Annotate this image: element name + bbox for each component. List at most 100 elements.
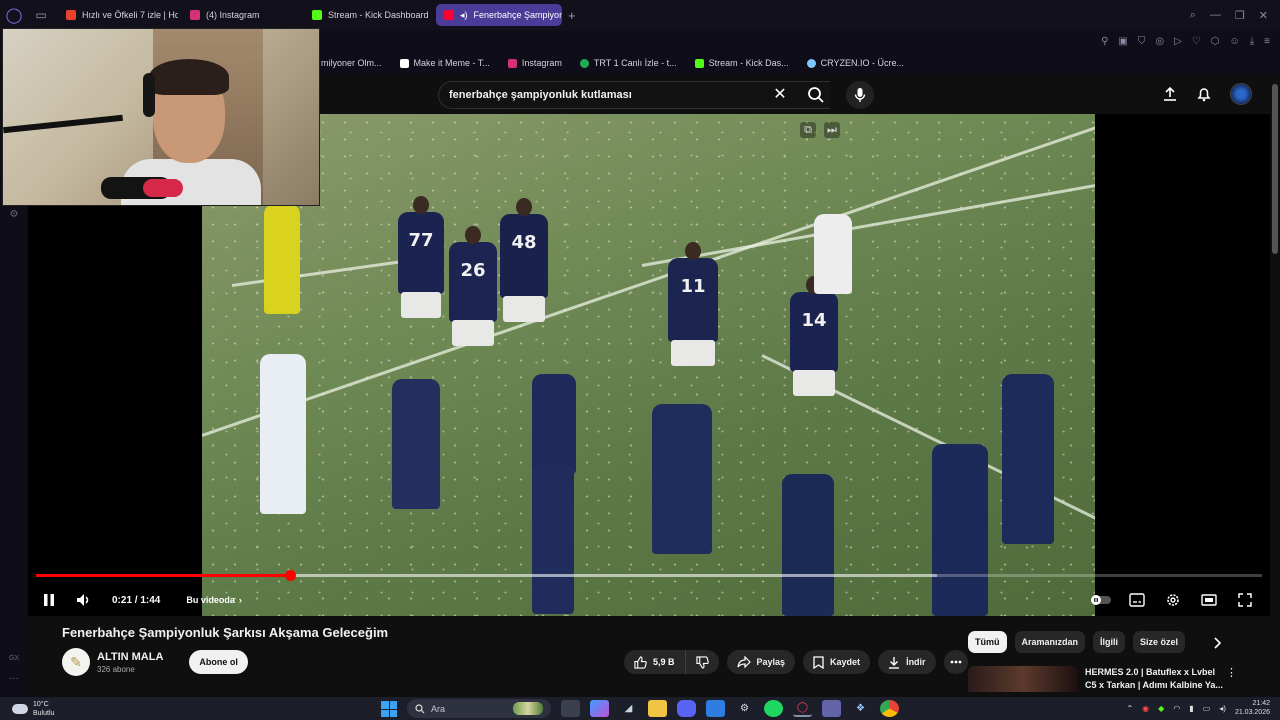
more-vertical-icon[interactable]: ⋮ [1226, 666, 1237, 679]
share-label: Paylaş [756, 657, 786, 667]
spotify-icon[interactable] [764, 700, 783, 717]
more-icon[interactable]: ··· [7, 672, 21, 686]
tray-app-icon[interactable]: ◉ [1142, 704, 1149, 713]
theater-button[interactable] [1192, 584, 1226, 616]
download-icon[interactable]: ⤓ [1250, 36, 1254, 47]
bookmark-kick[interactable]: Stream - Kick Das... [686, 58, 798, 68]
subscribe-button[interactable]: Abone ol [189, 650, 248, 674]
search-button[interactable] [798, 81, 834, 109]
app-icon[interactable]: ❖ [851, 700, 870, 717]
dislike-button[interactable] [686, 650, 719, 674]
tab-kick-dashboard[interactable]: Stream - Kick Dashboard [304, 4, 432, 26]
taskbar-search[interactable]: Ara [407, 699, 551, 718]
bookmark-label: Stream - Kick Das... [708, 58, 789, 68]
upload-icon[interactable] [1162, 86, 1178, 102]
chip-related[interactable]: İlgili [1093, 631, 1126, 653]
menu-icon[interactable]: ≡ [1264, 36, 1270, 47]
recommended-video[interactable]: HERMES 2.0 | Batuflex x Lvbel C5 x Tarka… [968, 666, 1238, 692]
share-button[interactable]: Paylaş [726, 650, 796, 674]
workspace-icon[interactable]: ▭ [28, 8, 54, 22]
page-scrollbar[interactable] [1270, 76, 1280, 697]
clear-search-icon[interactable]: ✕ [770, 85, 790, 105]
miniplayer-icon[interactable]: ⧉ [800, 122, 816, 138]
bell-icon[interactable] [1196, 86, 1212, 102]
settings-icon[interactable]: ⚙ [7, 208, 21, 222]
tab-label: Stream - Kick Dashboard [328, 10, 429, 20]
wifi-icon[interactable]: ◠ [1173, 704, 1180, 713]
settings-button[interactable] [1156, 584, 1190, 616]
chip-all[interactable]: Tümü [968, 631, 1007, 653]
tab-hdfilm[interactable]: Hızlı ve Öfkeli 7 izle | Hdfil [58, 4, 178, 26]
vpn-icon[interactable]: ◎ [1155, 36, 1164, 47]
shield-icon[interactable]: ⛉ [1138, 36, 1146, 47]
video-frame[interactable]: 77 26 48 11 14 ⧉ ⏭ [202, 114, 1095, 616]
task-view-icon[interactable] [561, 700, 580, 717]
chevron-right-icon[interactable] [1210, 636, 1228, 654]
chip-for-you[interactable]: Size özel [1133, 631, 1186, 653]
windows-start-icon[interactable] [381, 701, 397, 717]
progress-bar[interactable] [36, 570, 1262, 581]
volume-button[interactable] [66, 584, 100, 616]
next-video-icon[interactable]: ⏭ [824, 122, 840, 138]
steam-icon[interactable]: ◢ [619, 700, 638, 717]
speaker-icon[interactable]: ◂) [460, 10, 468, 21]
fullscreen-button[interactable] [1228, 584, 1262, 616]
pause-button[interactable] [32, 584, 66, 616]
mic-arm [3, 114, 123, 134]
tab-instagram[interactable]: (4) Instagram [182, 4, 300, 26]
bookmark-milyoner[interactable]: milyoner Olm... [312, 58, 391, 68]
snapshot-icon[interactable]: ▣ [1118, 36, 1127, 47]
bookmark-make-it-meme[interactable]: Make it Meme - T... [391, 58, 499, 68]
chrome-icon[interactable] [880, 700, 899, 717]
bookmark-cryzen[interactable]: CRYZEN.IO - Ücre... [798, 58, 913, 68]
tab-search-icon[interactable]: ⌕ [1190, 9, 1196, 22]
pin-icon[interactable]: ⚲ [1101, 36, 1108, 47]
profile-icon[interactable]: ☺ [1230, 36, 1240, 47]
channel-avatar[interactable]: ✎ [62, 648, 90, 676]
tray-app-icon[interactable]: ◆ [1158, 704, 1164, 713]
more-actions-button[interactable] [943, 650, 968, 674]
tab-fenerbahce-youtube[interactable]: ◂) Fenerbahçe Şampiyon [436, 4, 562, 26]
discord-icon[interactable] [677, 700, 696, 717]
opera-gx-icon[interactable]: ◯ [793, 700, 812, 717]
bookmark-trt1[interactable]: TRT 1 Canlı İzle - t... [571, 58, 686, 68]
weather-widget[interactable]: 10°C Bulutlu [0, 700, 150, 718]
extensions-icon[interactable]: ⬡ [1211, 36, 1220, 47]
subtitles-button[interactable] [1120, 584, 1154, 616]
scrubber-handle[interactable] [284, 570, 296, 581]
voice-search-button[interactable] [846, 81, 874, 109]
channel-name[interactable]: ALTIN MALA [97, 651, 163, 663]
chevron-up-icon[interactable]: ⌃ [1126, 704, 1133, 713]
bookmark-instagram[interactable]: Instagram [499, 58, 571, 68]
display-icon[interactable]: ▭ [1203, 704, 1211, 713]
video-thumbnail[interactable] [968, 666, 1078, 692]
chip-from-search[interactable]: Aramanızdan [1014, 631, 1086, 653]
microphone-icon[interactable]: ▮ [1189, 704, 1193, 713]
opera-logo-icon[interactable]: ◯ [0, 0, 28, 30]
restore-icon[interactable]: ❐ [1235, 9, 1245, 22]
player-controls: 0:21 / 1:44 Bu videoda › [28, 584, 1270, 616]
search-icon [415, 703, 425, 713]
volume-icon[interactable]: ◂) [1219, 704, 1226, 713]
player-icon[interactable]: ▷ [1174, 36, 1182, 47]
like-button[interactable]: 5,9 B [624, 650, 686, 674]
heart-icon[interactable]: ♡ [1192, 36, 1201, 47]
file-explorer-icon[interactable] [648, 700, 667, 717]
recommended-title[interactable]: HERMES 2.0 | Batuflex x Lvbel C5 x Tarka… [1085, 666, 1225, 692]
chapter-button[interactable]: Bu videoda › [186, 595, 242, 605]
minimize-icon[interactable]: — [1210, 9, 1221, 22]
scrollbar-thumb[interactable] [1272, 84, 1278, 254]
autoplay-toggle[interactable] [1084, 584, 1118, 616]
new-tab-button[interactable]: + [568, 8, 576, 23]
save-button[interactable]: Kaydet [803, 650, 871, 674]
clock[interactable]: 21:42 21.03.2026 [1235, 699, 1270, 717]
download-button[interactable]: İndir [878, 650, 936, 674]
steelseries-icon[interactable]: ⚙ [735, 700, 754, 717]
close-icon[interactable]: ✕ [1259, 9, 1268, 22]
gx-icon[interactable]: GX [7, 652, 21, 666]
chapter-label: Bu videoda [186, 595, 235, 605]
mail-icon[interactable] [706, 700, 725, 717]
account-avatar[interactable] [1230, 83, 1252, 105]
copilot-icon[interactable] [590, 700, 609, 717]
teams-icon[interactable] [822, 700, 841, 717]
